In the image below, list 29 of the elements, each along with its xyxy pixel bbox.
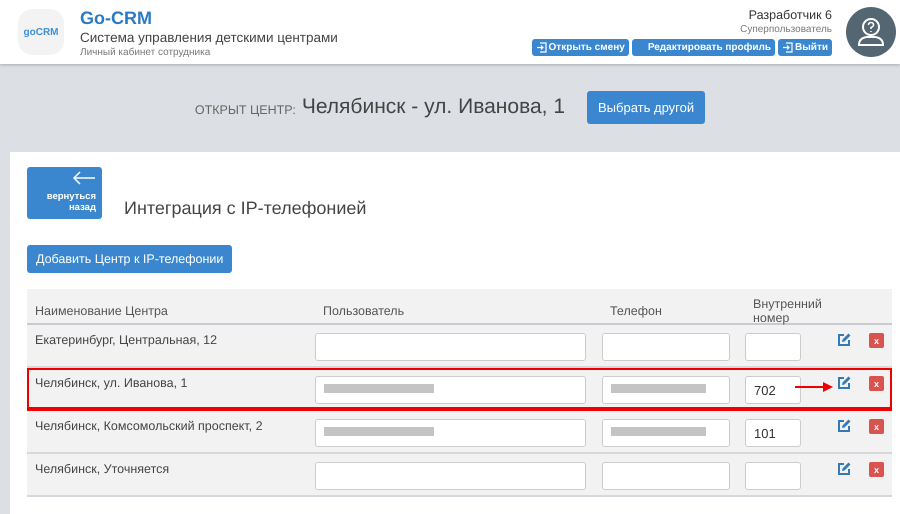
header-button[interactable]: Открыть смену — [532, 39, 629, 56]
input-field[interactable]: 702 — [745, 376, 801, 404]
page-title: Интеграция с IP-телефонией — [124, 198, 366, 219]
column-header: Телефон — [609, 303, 663, 320]
column-header: Внутренний номер — [752, 296, 823, 327]
app-title: Go-CRM — [80, 6, 153, 28]
column-header: Наименование Центра — [34, 303, 169, 320]
table-cell-text: Челябинск, ул. Иванова, 1 — [34, 375, 188, 392]
logo-icon: goCRM — [18, 9, 64, 55]
header-button[interactable]: Редактировать профиль — [632, 39, 776, 56]
table-cell-text: Челябинск, Уточняется — [34, 461, 170, 478]
back-button[interactable]: вернуться назад — [27, 167, 102, 219]
column-header: Пользователь — [322, 303, 406, 320]
user-role: Суперпользователь — [740, 24, 832, 35]
open-center-label: ОТКРЫТ ЦЕНТР: — [194, 103, 296, 117]
add-center-button[interactable]: Добавить Центр к IP-телефонии — [27, 245, 232, 273]
delete-button[interactable]: x — [869, 462, 884, 477]
input-field[interactable]: 101 — [745, 419, 801, 447]
header-button[interactable]: Выйти — [778, 39, 832, 56]
choose-center-button[interactable]: Выбрать другой — [587, 90, 706, 124]
table-cell-text: Екатеринбург, Центральная, 12 — [34, 332, 218, 349]
app-caption: Личный кабинет сотрудника — [80, 46, 212, 58]
table-cell-text: Челябинск, Комсомольский проспект, 2 — [34, 418, 264, 435]
open-center-name: Челябинск - ул. Иванова, 1 — [302, 95, 566, 119]
delete-button[interactable]: x — [869, 333, 884, 348]
delete-button[interactable]: x — [869, 419, 884, 434]
app-subtitle: Система управления детскими центрами — [80, 28, 339, 46]
delete-button[interactable]: x — [869, 376, 884, 391]
user-name: Разработчик 6 — [748, 8, 832, 22]
